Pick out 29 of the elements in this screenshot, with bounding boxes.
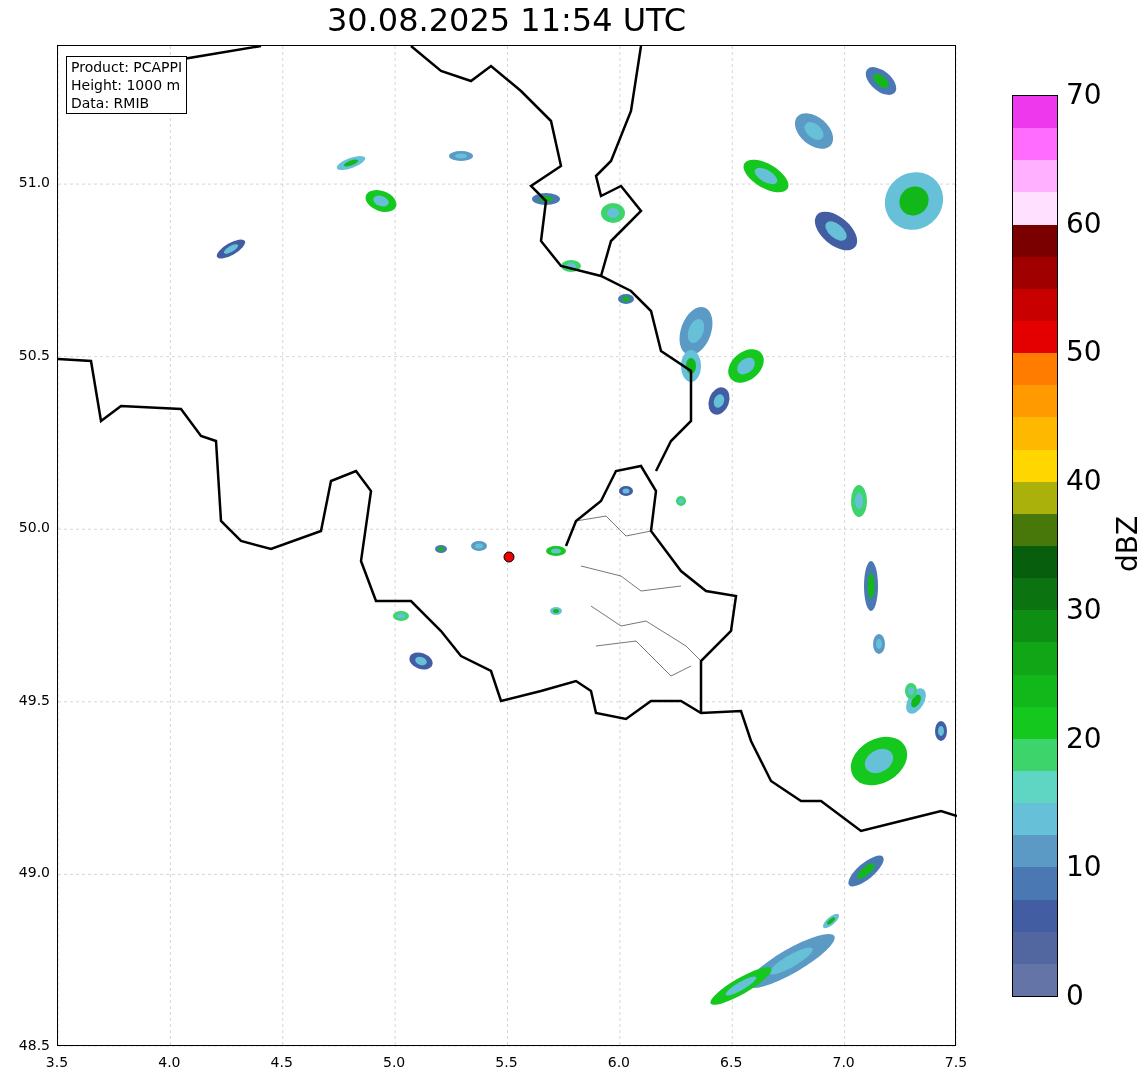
colorbar-tick-label: 0	[1066, 982, 1084, 1010]
y-tick-label: 49.5	[17, 692, 50, 707]
colorbar-tick-label: 50	[1066, 338, 1102, 367]
x-tick-label: 4.5	[269, 1053, 294, 1072]
radar-station-marker	[503, 551, 515, 563]
x-tick-label: 3.5	[44, 1053, 70, 1072]
colorbar-tick-label: 10	[1066, 853, 1102, 882]
y-tick-label: 49.0	[17, 865, 50, 880]
x-tick-label: 5.5	[494, 1053, 519, 1072]
colorbar-label: dBZ	[1114, 515, 1143, 573]
x-tick-label: 6.5	[719, 1053, 744, 1072]
colorbar-tick-label: 70	[1066, 81, 1102, 109]
colorbar-tick-label: 60	[1066, 209, 1102, 238]
x-tick-label: 6.0	[606, 1053, 631, 1072]
x-tick-label: 7.0	[831, 1053, 856, 1072]
y-tick-label: 50.5	[17, 347, 50, 362]
y-tick-label: 51.0	[17, 175, 50, 190]
info-text: Product: PCAPPI	[71, 58, 183, 76]
x-tick-label: 5.0	[382, 1053, 407, 1072]
info-text: Data: RMIB	[71, 94, 151, 112]
colorbar-tick-label: 40	[1066, 467, 1102, 496]
y-tick-label: 50.0	[17, 520, 50, 535]
info-text: Height: 1000 m	[71, 76, 182, 94]
y-tick-label: 48.5	[17, 1038, 50, 1052]
colorbar-tick-label: 20	[1066, 724, 1102, 753]
colorbar-tick-label: 30	[1066, 595, 1102, 624]
chart-title: 30.08.2025 11:54 UTC	[325, 4, 688, 36]
x-tick-label: 7.5	[943, 1053, 969, 1072]
x-tick-label: 4.0	[157, 1053, 182, 1072]
